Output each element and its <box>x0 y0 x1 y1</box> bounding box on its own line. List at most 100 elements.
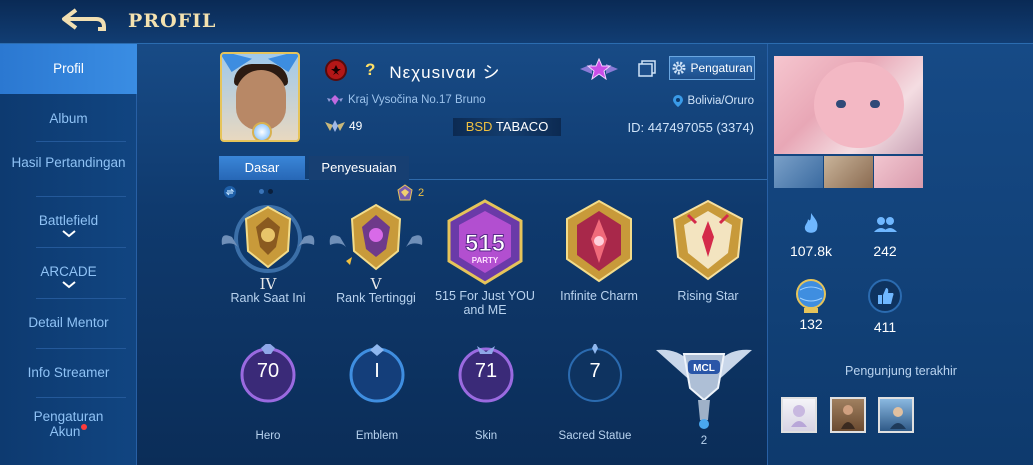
sidebar-item-label: Battlefield <box>38 213 99 228</box>
medal-label: Rank Saat Ini <box>230 291 306 305</box>
badge-main-text: 515 <box>465 230 505 257</box>
region-row: Bolivia/Oruro <box>672 94 754 108</box>
medal-515-event[interactable]: 515 PARTY 515 For Just YOU and ME <box>430 197 540 317</box>
tab-penyesuaian[interactable]: Penyesuaian <box>309 156 409 180</box>
diamond-wing-icon <box>327 95 343 105</box>
sidebar-item-profil[interactable]: Profil <box>0 44 137 94</box>
people-icon <box>874 217 897 232</box>
unknown-badge: ? <box>365 60 376 79</box>
stat-hero[interactable]: 70 Hero <box>218 342 318 442</box>
stat-value: 7 <box>589 360 601 382</box>
page-title: PROFIL <box>128 10 217 32</box>
profile-main: ? Nεχusιvαи シ Pengaturan Kraj Vysočina N… <box>137 44 767 465</box>
divider <box>36 348 126 349</box>
tab-dasar[interactable]: Dasar <box>219 156 305 180</box>
player-id: ID: 447497055 (3374) <box>627 120 754 135</box>
medal-label: 515 For Just YOU and ME <box>435 289 535 317</box>
visitor-avatar[interactable] <box>830 397 866 433</box>
rank-roman: V <box>370 275 382 293</box>
map-pin-icon <box>672 95 683 107</box>
sidebar-item-detail-mentor[interactable]: Detail Mentor <box>0 315 137 330</box>
visitor-avatar[interactable] <box>781 397 817 433</box>
gear-icon <box>672 61 686 75</box>
stat-mcl[interactable]: MCL 2 <box>654 344 754 447</box>
avatar[interactable] <box>220 52 300 142</box>
stat-label: Hero <box>255 430 281 442</box>
stat-ring: 7 <box>564 342 626 406</box>
right-panel: 107.8k 242 132 411 Pengunjung terakhir <box>767 44 1033 465</box>
popularity-stat: 107.8k <box>776 210 846 259</box>
divider <box>36 298 126 299</box>
sidebar-item-arcade[interactable]: ARCADE <box>0 264 137 289</box>
album-thumbnails <box>774 156 923 188</box>
sidebar-item-battlefield[interactable]: Battlefield <box>0 213 137 238</box>
divider <box>36 247 126 248</box>
player-location: Kraj Vysočina No.17 Bruno <box>348 94 486 106</box>
stat-label: Sacred Statue <box>558 430 632 442</box>
badge-sub-text: PARTY <box>472 256 499 265</box>
achievement-stat: 132 <box>776 276 846 332</box>
page-dots <box>259 189 273 194</box>
medal-label: Infinite Charm <box>560 289 638 303</box>
back-arrow-icon[interactable] <box>58 6 108 36</box>
level-wing-icon <box>325 120 345 132</box>
medal-rank-current[interactable]: IV Rank Saat Ini <box>213 197 323 305</box>
settings-label: Pengaturan <box>690 61 753 75</box>
avatar-face <box>236 70 286 130</box>
divider <box>36 141 126 142</box>
clan-emblem-icon <box>325 59 347 81</box>
likes-value: 411 <box>873 319 897 335</box>
medal-rising-star[interactable]: Rising Star <box>653 197 763 303</box>
stat-label: 2 <box>700 435 708 447</box>
star-badge-icon[interactable] <box>580 58 618 80</box>
album-thumb[interactable] <box>774 156 823 188</box>
notification-dot <box>81 424 88 430</box>
sidebar-item-hasil-pertandingan[interactable]: Hasil Pertandingan <box>0 155 137 170</box>
card-stack-icon[interactable] <box>637 60 657 78</box>
profile-tabs: Dasar Penyesuaian <box>219 156 767 180</box>
sidebar: Profil Album Hasil Pertandingan Battlefi… <box>0 44 137 465</box>
cover-art <box>836 100 846 108</box>
cover-art <box>814 62 904 148</box>
stat-sacred-statue[interactable]: 7 Sacred Statue <box>545 342 645 442</box>
visitor-avatar[interactable] <box>878 397 914 433</box>
settings-button[interactable]: Pengaturan <box>669 56 755 80</box>
stat-emblem[interactable]: I Emblem <box>327 344 427 442</box>
sidebar-item-info-streamer[interactable]: Info Streamer <box>0 365 137 380</box>
player-region: Bolivia/Oruro <box>687 95 754 107</box>
player-name: Nεχusιvαи シ <box>389 62 501 82</box>
sidebar-item-album[interactable]: Album <box>0 111 137 126</box>
stat-label: Skin <box>474 430 498 442</box>
level-row: 49 <box>325 119 362 133</box>
stat-label: Emblem <box>355 430 399 442</box>
friends-stat: 242 <box>850 210 920 259</box>
album-thumb[interactable] <box>874 156 923 188</box>
515-party-badge-icon: 515 PARTY <box>447 199 523 285</box>
stat-value: 71 <box>474 360 498 382</box>
rank-roman: IV <box>259 275 277 293</box>
cover-image[interactable] <box>774 56 923 154</box>
medal-label: Rising Star <box>677 289 739 303</box>
name-row: ? Nεχusιvαи シ <box>325 58 500 82</box>
achievement-value: 132 <box>799 316 823 332</box>
infinite-charm-badge-icon <box>566 199 632 283</box>
sidebar-item-pengaturan-akun[interactable]: Pengaturan Akun <box>0 409 137 439</box>
album-thumb[interactable] <box>824 156 873 188</box>
medal-infinite-charm[interactable]: Infinite Charm <box>544 197 654 303</box>
squad-tag: BSD <box>465 119 493 134</box>
squad-banner[interactable]: BSD TABACO <box>453 118 561 136</box>
frame-gem-icon <box>252 122 272 140</box>
top-bar: PROFIL <box>0 0 1033 44</box>
mcl-trophy-icon: MCL <box>656 349 752 429</box>
player-level: 49 <box>349 119 363 133</box>
squad-name: TABACO <box>495 119 549 134</box>
stat-ring: I <box>346 344 408 406</box>
sidebar-item-label: Pengaturan Akun <box>33 409 104 439</box>
chevron-down-icon <box>61 230 76 238</box>
medal-rank-highest[interactable]: V Rank Tertinggi <box>321 197 431 305</box>
globe-trophy-icon <box>796 279 826 313</box>
rank-medal-icon <box>329 203 423 271</box>
stat-ring: 71 <box>455 344 517 406</box>
stat-skin[interactable]: 71 Skin <box>436 344 536 442</box>
rank-medal-icon <box>221 205 315 273</box>
